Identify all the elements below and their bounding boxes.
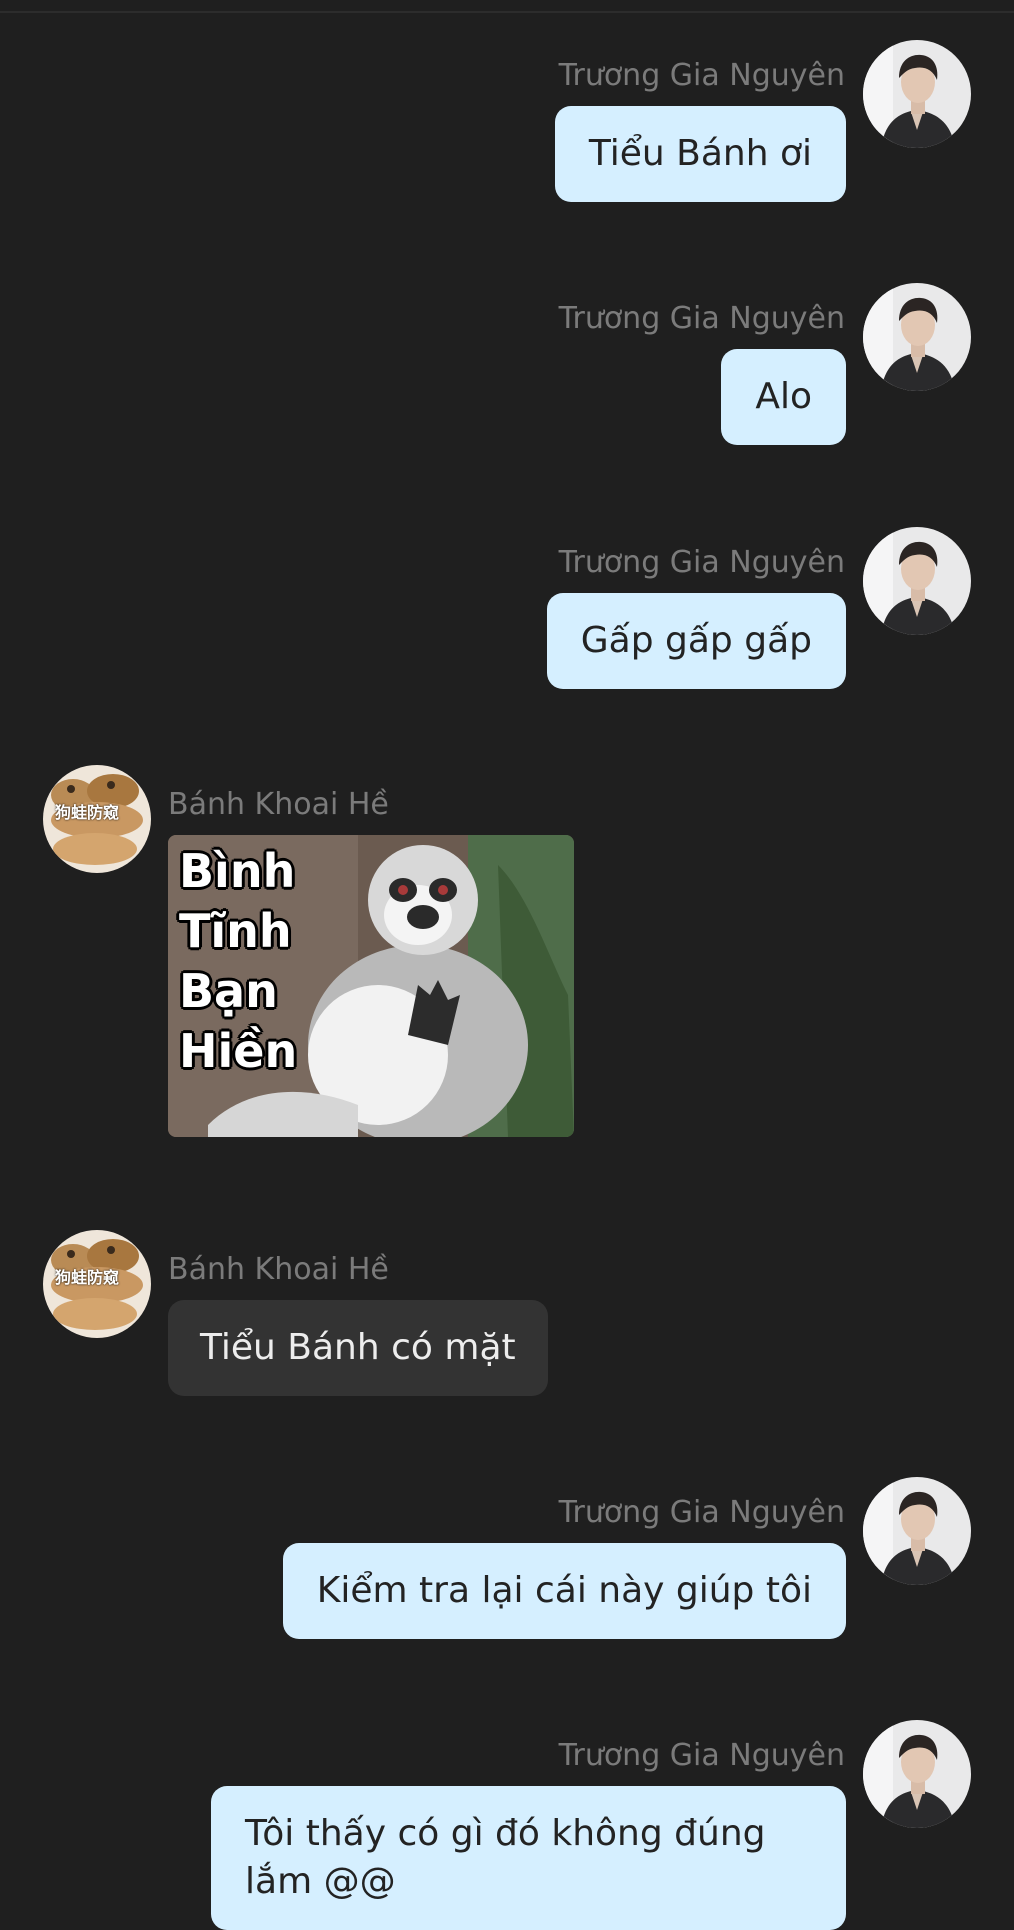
avatar[interactable] [863,1477,971,1585]
sticker-line: Bạn [179,964,278,1018]
sender-name: Bánh Khoai Hề [168,787,389,822]
sender-name: Trương Gia Nguyên [558,1738,845,1773]
sticker-line: Tĩnh [179,904,292,958]
message-bubble[interactable]: Gấp gấp gấp [546,593,846,689]
avatar[interactable]: 狗蛙防窥 [43,1230,151,1338]
sticker-line: Hiền [179,1024,298,1078]
message-bubble[interactable]: Tôi thấy có gì đó không đúng lắm @@ [211,1786,846,1930]
message-bubble[interactable]: Alo [721,349,846,445]
avatar[interactable] [863,1720,971,1828]
message-bubble[interactable]: Tiểu Bánh ơi [554,106,846,202]
avatar[interactable]: 狗蛙防窥 [43,765,151,873]
avatar-watermark: 狗蛙防窥 [55,803,120,822]
message-bubble[interactable]: Tiểu Bánh có mặt [168,1300,548,1396]
sender-name: Bánh Khoai Hề [168,1252,389,1287]
sender-name: Trương Gia Nguyên [558,301,845,336]
sticker-image[interactable]: Bình Tĩnh Bạn Hiền [168,835,574,1137]
avatar[interactable] [863,40,971,148]
man-portrait-avatar-icon [863,1720,971,1828]
chat-thread[interactable]: Trương Gia Nguyên Tiểu Bánh ơi Trương Gi… [0,0,1014,1930]
man-portrait-avatar-icon [863,40,971,148]
sender-name: Trương Gia Nguyên [558,545,845,580]
avatar[interactable] [863,527,971,635]
sender-name: Trương Gia Nguyên [558,58,845,93]
man-portrait-avatar-icon [863,527,971,635]
man-portrait-avatar-icon [863,283,971,391]
avatar-watermark: 狗蛙防窥 [55,1268,120,1287]
sticker-line: Bình [179,844,296,898]
message-bubble[interactable]: Kiểm tra lại cái này giúp tôi [282,1543,846,1639]
man-portrait-avatar-icon [863,1477,971,1585]
avatar[interactable] [863,283,971,391]
sticker-caption: Bình Tĩnh Bạn Hiền [179,841,297,1081]
sender-name: Trương Gia Nguyên [558,1495,845,1530]
